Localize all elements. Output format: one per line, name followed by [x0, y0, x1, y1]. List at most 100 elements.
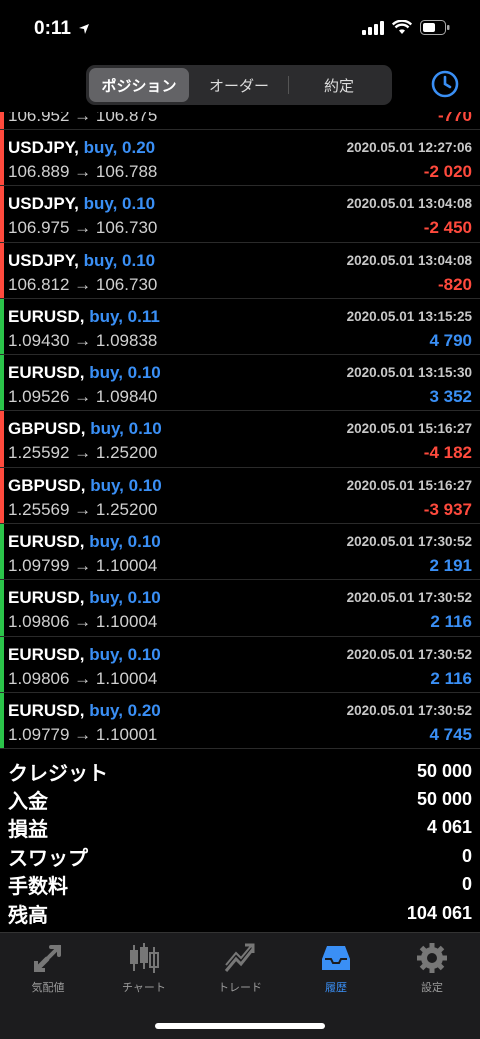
summary-label: 手数料 [8, 876, 68, 899]
summary-value: 50 000 [416, 789, 472, 810]
home-indicator [155, 1023, 325, 1029]
deal-time: 2020.05.01 13:15:25 [346, 308, 472, 324]
segmented-control: ポジション オーダー 約定 [86, 65, 392, 105]
deal-symbol: EURUSD, buy, 0.10 [8, 363, 161, 383]
deal-symbol: EURUSD, buy, 0.10 [8, 644, 161, 664]
summary-row: 残高 104 061 [0, 899, 480, 927]
status-bar-indicator [0, 692, 4, 749]
deals-list[interactable]: 106.952 → 106.875 -770 USDJPY, buy, 0.20… [0, 112, 480, 751]
deal-prices: 106.889 → 106.788 [8, 162, 158, 181]
status-bar-indicator [0, 580, 4, 636]
deal-prices: 1.09779 → 1.10001 [8, 724, 158, 744]
deal-prices: 1.25592 → 1.25200 [8, 443, 158, 463]
deal-profit: -2 450 [423, 218, 472, 238]
chart-icon [130, 943, 159, 973]
list-item[interactable]: USDJPY, buy, 0.10 2020.05.01 13:04:08 106.… [0, 242, 480, 299]
status-bar-indicator [0, 242, 4, 298]
deal-prices: 1.09526 → 1.09840 [8, 387, 158, 407]
tab-deals[interactable]: 約定 [289, 68, 389, 102]
status-bar-indicator [0, 467, 4, 524]
status-bar-indicator [0, 355, 4, 411]
cellular-signal-icon [362, 20, 384, 35]
list-item[interactable]: EURUSD, buy, 0.10 2020.05.01 17:30:52 1.09… [0, 636, 480, 693]
tab-positions[interactable]: ポジション [89, 68, 189, 102]
deal-profit: -2 020 [423, 162, 472, 181]
status-bar: 0:11 [0, 0, 480, 60]
history-icon [322, 946, 350, 970]
wifi-icon [392, 20, 412, 34]
summary-label: 残高 [8, 904, 48, 927]
list-item[interactable]: EURUSD, buy, 0.11 2020.05.01 13:15:25 1.09… [0, 298, 480, 356]
deal-time: 2020.05.01 15:16:27 [346, 477, 472, 493]
summary-value: 104 061 [406, 902, 472, 923]
deal-symbol: EURUSD, buy, 0.10 [8, 532, 161, 552]
header: ポジション オーダー 約定 [0, 60, 480, 112]
deal-symbol: EURUSD, buy, 0.10 [8, 588, 161, 608]
summary-row: 手数料 0 [0, 871, 480, 899]
account-summary: クレジット 50 000 入金 50 000 損益 4 061 スワップ 0 手数料 0 残高 104… [0, 757, 480, 927]
summary-value: 4 061 [426, 817, 472, 838]
summary-label: スワップ [8, 847, 88, 870]
deal-prices: 106.812 → 106.730 [8, 274, 158, 294]
status-bar-indicator [0, 130, 4, 186]
deal-time: 2020.05.01 17:30:52 [346, 590, 472, 606]
tab-bar: 気配値 チャート トレード 履歴 設定 [0, 932, 480, 1039]
list-item[interactable]: EURUSD, buy, 0.10 2020.05.01 17:30:52 1.09… [0, 524, 480, 581]
status-bar-indicator [0, 298, 4, 355]
deal-profit: -4 182 [423, 443, 472, 463]
quotes-icon [34, 945, 61, 972]
tab-chart[interactable]: チャート [96, 941, 192, 995]
deal-prices: 1.09806 → 1.10004 [8, 668, 158, 688]
status-bar-indicator [0, 636, 4, 692]
status-bar-indicator [0, 524, 4, 580]
deal-time: 2020.05.01 13:15:30 [346, 365, 472, 381]
deal-prices: 1.25569 → 1.25200 [8, 499, 158, 519]
summary-label: クレジット [8, 762, 108, 785]
clock-icon[interactable] [430, 69, 460, 99]
deal-profit: 2 191 [429, 556, 472, 576]
deal-symbol: GBPUSD, buy, 0.10 [8, 419, 162, 439]
deal-profit: 4 745 [429, 724, 472, 744]
summary-value: 50 000 [416, 760, 472, 781]
location-arrow-icon [79, 23, 90, 34]
deal-symbol: EURUSD, buy, 0.11 [8, 306, 160, 326]
deal-time: 2020.05.01 13:04:08 [346, 252, 472, 268]
deal-profit: 2 116 [430, 668, 472, 688]
summary-label: 損益 [8, 819, 48, 842]
tab-history[interactable]: 履歴 [288, 941, 384, 995]
deal-profit: 3 352 [429, 387, 472, 407]
tab-trade[interactable]: トレード [192, 941, 288, 995]
list-item[interactable]: GBPUSD, buy, 0.10 2020.05.01 15:16:27 1.25… [0, 467, 480, 525]
deal-time: 2020.05.01 12:27:06 [346, 140, 472, 155]
trade-icon [224, 943, 255, 972]
settings-icon [417, 943, 447, 973]
tab-orders[interactable]: オーダー [189, 68, 289, 102]
deal-time: 2020.05.01 15:16:27 [346, 421, 472, 437]
deal-symbol: GBPUSD, buy, 0.10 [8, 475, 162, 495]
status-bar-indicator [0, 411, 4, 467]
list-item[interactable]: EURUSD, buy, 0.10 2020.05.01 17:30:52 1.09… [0, 580, 480, 637]
status-bar-indicator [0, 186, 4, 242]
list-item[interactable]: GBPUSD, buy, 0.10 2020.05.01 15:16:27 1.25… [0, 411, 480, 468]
list-item[interactable]: 106.952 → 106.875 -770 [0, 112, 480, 130]
list-item[interactable]: USDJPY, buy, 0.20 2020.05.01 12:27:06 106.… [0, 130, 480, 187]
deal-symbol: USDJPY, buy, 0.20 [8, 138, 156, 157]
summary-label: 入金 [8, 791, 48, 814]
deal-symbol: USDJPY, buy, 0.10 [8, 250, 156, 270]
battery-icon [420, 20, 450, 35]
tab-quotes[interactable]: 気配値 [0, 941, 96, 995]
summary-value: 0 [461, 845, 472, 866]
list-item[interactable]: EURUSD, buy, 0.20 2020.05.01 17:30:52 1.09… [0, 692, 480, 750]
deal-time: 2020.05.01 17:30:52 [346, 534, 472, 550]
deal-prices: 1.09806 → 1.10004 [8, 612, 158, 632]
deal-prices: 1.09799 → 1.10004 [8, 556, 158, 576]
list-item[interactable]: EURUSD, buy, 0.10 2020.05.01 13:15:30 1.09… [0, 355, 480, 412]
status-time: 0:11 [34, 18, 90, 40]
deal-prices: 106.975 → 106.730 [8, 218, 158, 238]
list-item[interactable]: USDJPY, buy, 0.10 2020.05.01 13:04:08 106.… [0, 186, 480, 243]
summary-value: 0 [461, 874, 472, 895]
deal-symbol: USDJPY, buy, 0.10 [8, 194, 156, 214]
tab-settings[interactable]: 設定 [384, 941, 480, 995]
deal-symbol: EURUSD, buy, 0.20 [8, 700, 161, 720]
deal-profit: -3 937 [423, 499, 472, 519]
